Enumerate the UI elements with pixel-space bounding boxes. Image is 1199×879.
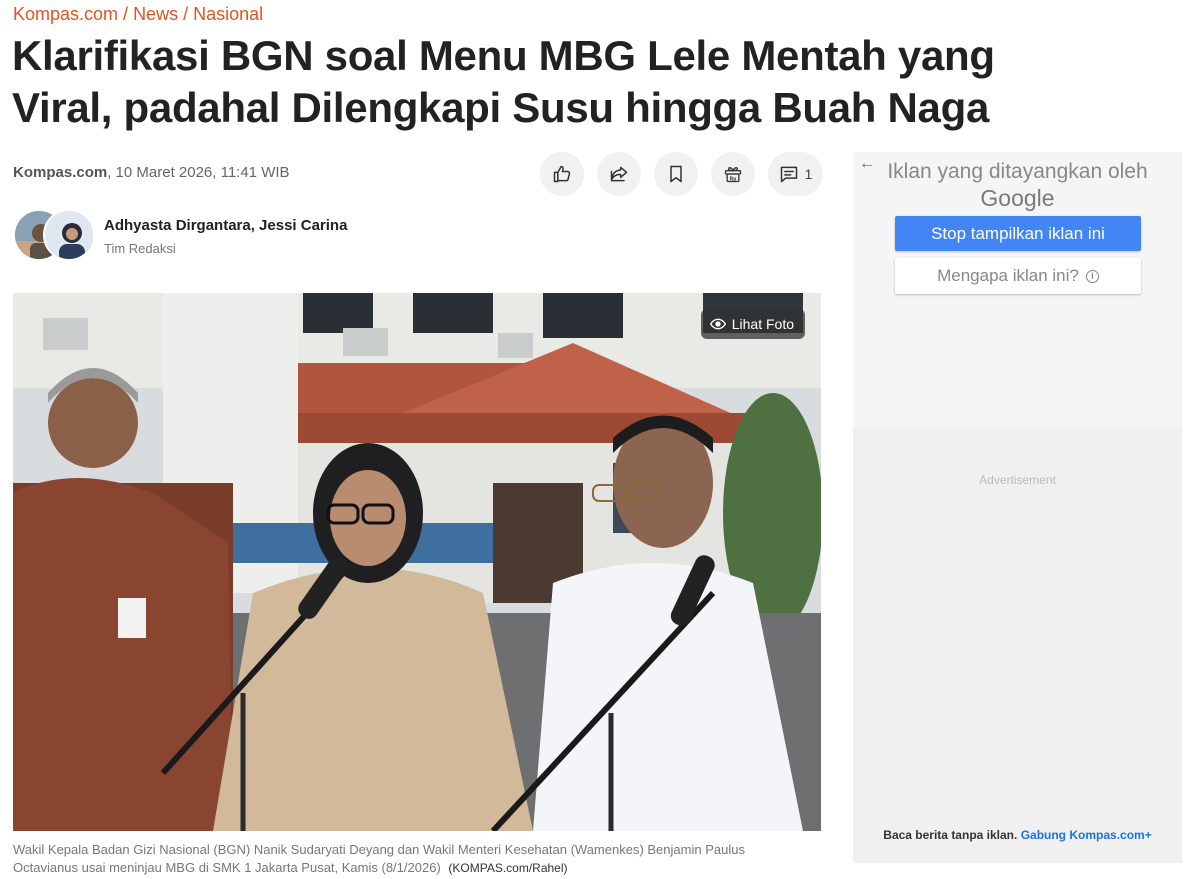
breadcrumb-nasional[interactable]: Nasional <box>193 4 263 24</box>
avatar[interactable] <box>43 209 95 261</box>
ad-choices: ← Iklan yang ditayangkan oleh Google Sto… <box>853 152 1182 427</box>
stop-ad-button[interactable]: Stop tampilkan iklan ini <box>895 216 1141 251</box>
bookmark-button[interactable] <box>654 152 698 196</box>
ad-title: Iklan yang ditayangkan oleh <box>887 160 1148 183</box>
ad-free-text: Baca berita tanpa iklan. <box>883 828 1018 842</box>
author-role: Tim Redaksi <box>104 241 176 256</box>
ad-free-promo: Baca berita tanpa iklan. Gabung Kompas.c… <box>853 828 1182 842</box>
view-photo-label: Lihat Foto <box>731 316 794 332</box>
caption-text: Wakil Kepala Badan Gizi Nasional (BGN) N… <box>13 842 745 875</box>
google-logo: Google <box>980 185 1055 211</box>
comment-count: 1 <box>804 166 813 182</box>
breadcrumb: Kompas.com / News / Nasional <box>13 4 263 25</box>
like-button[interactable] <box>540 152 584 196</box>
bookmark-icon <box>670 165 682 183</box>
breadcrumb-separator: / <box>123 4 129 24</box>
photo-illustration <box>13 293 821 831</box>
why-this-ad-label: Mengapa iklan ini? <box>937 266 1079 285</box>
article-meta: Kompas.com, 10 Maret 2026, 11:41 WIB <box>13 164 290 181</box>
gift-icon: Rp <box>724 167 742 182</box>
comment-icon <box>780 166 797 183</box>
author-names[interactable]: Adhyasta Dirgantara, Jessi Carina <box>104 217 347 234</box>
svg-text:Rp: Rp <box>730 176 737 182</box>
eye-icon <box>709 318 726 330</box>
breadcrumb-kompas[interactable]: Kompas.com <box>13 4 118 24</box>
why-this-ad-button[interactable]: Mengapa iklan ini? i <box>895 258 1141 294</box>
photo-caption: Wakil Kepala Badan Gizi Nasional (BGN) N… <box>13 841 813 877</box>
article-photo[interactable]: Lihat Foto <box>13 293 821 831</box>
article-source: Kompas.com <box>13 164 108 181</box>
thumbs-up-icon <box>553 165 571 183</box>
advertisement-panel: ← Iklan yang ditayangkan oleh Google Sto… <box>853 152 1182 863</box>
comment-button[interactable]: 1 <box>768 152 823 196</box>
gift-button[interactable]: Rp <box>711 152 755 196</box>
view-photo-button[interactable]: Lihat Foto <box>700 309 805 339</box>
author-avatars <box>13 209 97 263</box>
photo-credit: (KOMPAS.com/Rahel) <box>448 861 568 875</box>
advertisement-label: Advertisement <box>979 473 1056 487</box>
article-datetime: , 10 Maret 2026, 11:41 WIB <box>107 164 290 181</box>
info-icon: i <box>1085 269 1099 283</box>
breadcrumb-separator: / <box>183 4 189 24</box>
breadcrumb-news[interactable]: News <box>133 4 178 24</box>
article-title: Klarifikasi BGN soal Menu MBG Lele Menta… <box>12 32 995 131</box>
join-kompas-plus-link[interactable]: Gabung Kompas.com+ <box>1021 828 1152 842</box>
share-button[interactable] <box>597 152 641 196</box>
author-block: Adhyasta Dirgantara, Jessi Carina Tim Re… <box>13 209 347 263</box>
share-icon <box>610 166 628 182</box>
article-actions: Rp 1 <box>540 152 823 196</box>
